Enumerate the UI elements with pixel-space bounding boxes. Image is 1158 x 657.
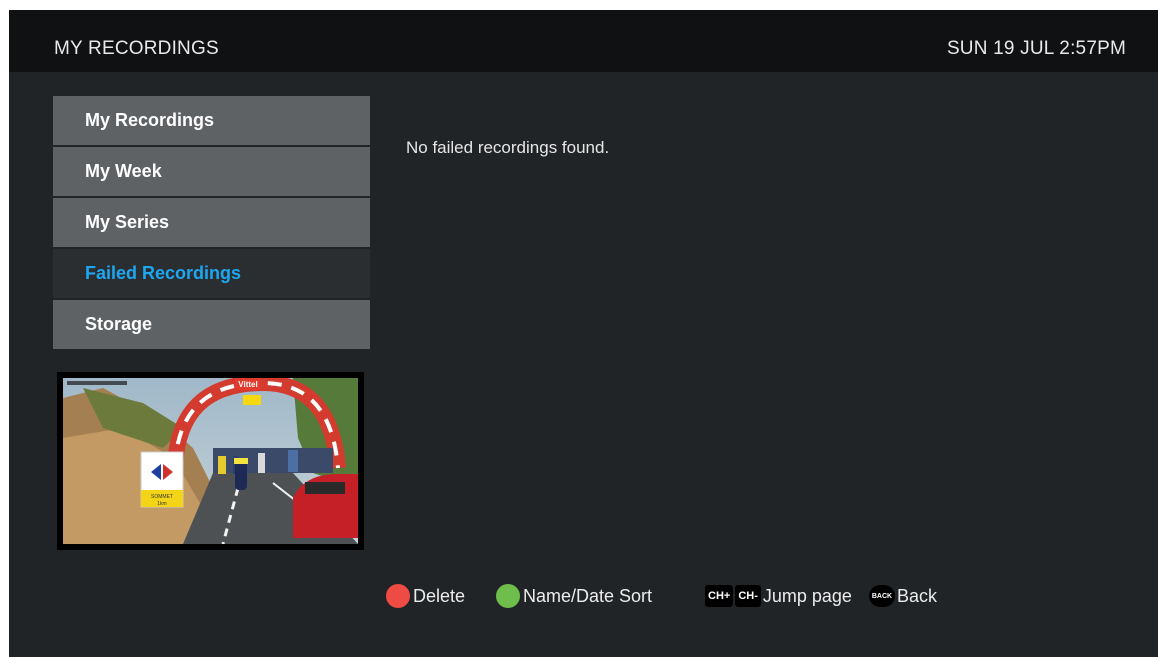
back-label: Back [897, 585, 938, 606]
sort-label: Name/Date Sort [523, 585, 653, 606]
delete-label: Delete [413, 585, 466, 606]
side-menu: My Recordings My Week My Series Failed R… [53, 96, 370, 351]
menu-item-label: My Week [85, 161, 162, 181]
banner-text: Vittel [238, 380, 257, 389]
menu-item-label: Failed Recordings [85, 263, 242, 283]
clock: SUN 19 JUL 2:57PM [946, 38, 1126, 59]
sort-action[interactable]: Name/Date Sort [496, 582, 652, 610]
empty-state-message: No failed recordings found. [406, 138, 610, 157]
jump-page-action[interactable]: CH+ CH- Jump page [705, 582, 852, 610]
sign-distance: 1km [157, 501, 166, 507]
red-button-icon [386, 584, 410, 608]
ch-minus-icon: CH- [735, 585, 761, 607]
menu-item-storage[interactable]: Storage [53, 300, 370, 349]
preview-video-frame: Vittel SOMMET 1km [63, 378, 358, 544]
menu-item-label: My Series [85, 212, 170, 232]
delete-action[interactable]: Delete [386, 582, 465, 610]
live-tv-preview[interactable]: Vittel SOMMET 1km [57, 372, 364, 550]
tv-screen: MY RECORDINGS SUN 19 JUL 2:57PM My Recor… [9, 10, 1158, 657]
menu-item-label: Storage [85, 314, 153, 334]
header-bar: MY RECORDINGS SUN 19 JUL 2:57PM [9, 10, 1158, 72]
jump-page-label: Jump page [762, 585, 852, 606]
menu-item-label: My Recordings [85, 110, 215, 130]
page-title: MY RECORDINGS [54, 38, 219, 59]
green-button-icon [496, 584, 520, 608]
sign-text: SOMMET [151, 494, 173, 500]
menu-item-my-recordings[interactable]: My Recordings [53, 96, 370, 145]
ch-plus-icon: CH+ [705, 585, 734, 607]
menu-item-my-week[interactable]: My Week [53, 147, 370, 196]
menu-item-failed-recordings[interactable]: Failed Recordings [53, 249, 370, 298]
back-key-icon: BACK [869, 585, 895, 607]
footer-legend: Delete Name/Date Sort CH+ CH- Jump page … [9, 582, 1158, 610]
back-action[interactable]: BACK Back [869, 582, 937, 610]
menu-item-my-series[interactable]: My Series [53, 198, 370, 247]
